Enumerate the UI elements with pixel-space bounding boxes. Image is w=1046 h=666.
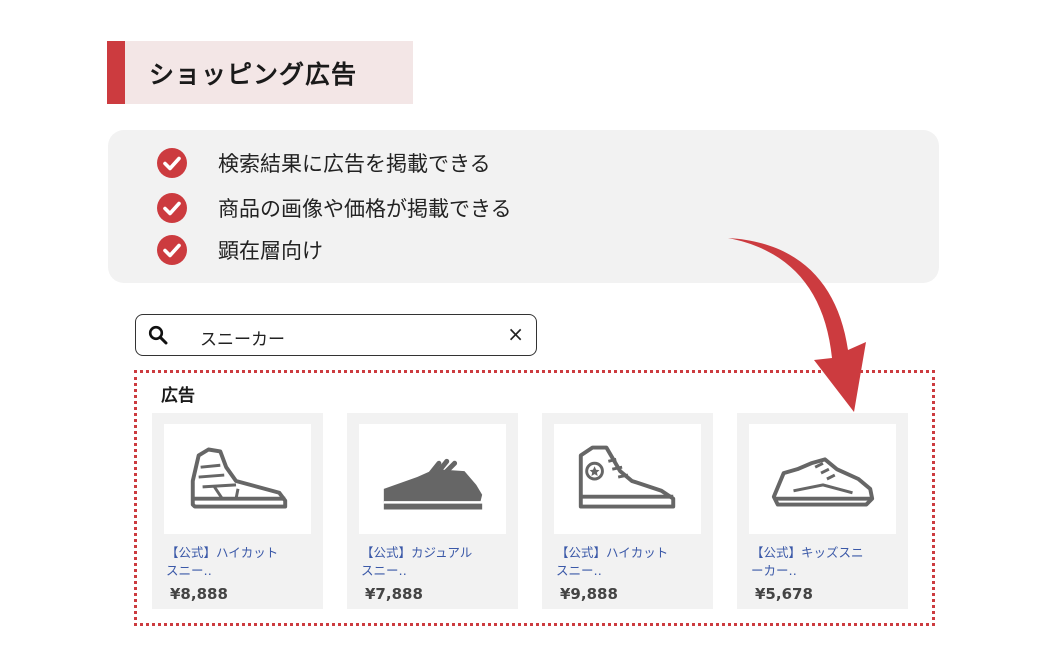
high-top-sneaker-icon bbox=[190, 447, 287, 509]
product-card[interactable]: 【公式】キッズスニ ーカー‥ ¥5,678 bbox=[737, 413, 908, 609]
product-price: ¥8,888 bbox=[170, 585, 228, 603]
ad-label: 広告 bbox=[161, 386, 195, 406]
feature-text: 検索結果に広告を掲載できる bbox=[218, 152, 491, 176]
product-name-line: 【公式】ハイカット bbox=[166, 545, 279, 560]
product-price: ¥9,888 bbox=[560, 585, 618, 603]
product-image[interactable] bbox=[554, 424, 701, 534]
feature-item: 顕在層向け bbox=[156, 234, 323, 266]
section-title: ショッピング広告 bbox=[107, 41, 413, 104]
product-image[interactable] bbox=[749, 424, 896, 534]
product-name-line: 【公式】ハイカット bbox=[556, 545, 669, 560]
product-name-line: 【公式】キッズスニ bbox=[751, 545, 864, 560]
check-circle-icon bbox=[157, 235, 187, 265]
product-name-line: スニー‥ bbox=[166, 563, 212, 578]
running-shoe-icon bbox=[771, 457, 874, 507]
product-name-line: スニー‥ bbox=[556, 563, 602, 578]
feature-text: 商品の画像や価格が掲載できる bbox=[218, 197, 512, 221]
product-card[interactable]: 【公式】カジュアル スニー‥ ¥7,888 bbox=[347, 413, 518, 609]
product-name-line: スニー‥ bbox=[361, 563, 407, 578]
search-icon bbox=[148, 325, 168, 345]
product-image[interactable] bbox=[359, 424, 506, 534]
product-name[interactable]: 【公式】キッズスニ ーカー‥ bbox=[751, 544, 901, 580]
product-image[interactable] bbox=[164, 424, 311, 534]
feature-item: 商品の画像や価格が掲載できる bbox=[156, 192, 512, 224]
shopping-ad-area: 広告 【公式】ハイカット スニー‥ ¥8,888 【公式】カジュアル スニー‥ … bbox=[134, 370, 935, 626]
check-circle-icon bbox=[157, 193, 187, 223]
canvas-sneaker-icon bbox=[578, 445, 675, 509]
product-name-line: ーカー‥ bbox=[751, 563, 797, 578]
product-name[interactable]: 【公式】ハイカット スニー‥ bbox=[166, 544, 316, 580]
clear-icon[interactable]: × bbox=[507, 322, 524, 346]
feature-item: 検索結果に広告を掲載できる bbox=[156, 147, 491, 179]
product-card[interactable]: 【公式】ハイカット スニー‥ ¥8,888 bbox=[152, 413, 323, 609]
product-card[interactable]: 【公式】ハイカット スニー‥ ¥9,888 bbox=[542, 413, 713, 609]
product-price: ¥7,888 bbox=[365, 585, 423, 603]
search-input[interactable]: スニーカー × bbox=[135, 314, 537, 356]
page-title: ショッピング広告 bbox=[149, 60, 358, 89]
product-price: ¥5,678 bbox=[755, 585, 813, 603]
product-name[interactable]: 【公式】ハイカット スニー‥ bbox=[556, 544, 706, 580]
check-circle-icon bbox=[157, 148, 187, 178]
title-accent-bar bbox=[107, 41, 125, 104]
product-name[interactable]: 【公式】カジュアル スニー‥ bbox=[361, 544, 511, 580]
product-name-line: 【公式】カジュアル bbox=[361, 545, 473, 560]
casual-shoe-icon bbox=[383, 458, 482, 510]
feature-text: 顕在層向け bbox=[218, 239, 323, 263]
search-query: スニーカー bbox=[200, 330, 285, 350]
